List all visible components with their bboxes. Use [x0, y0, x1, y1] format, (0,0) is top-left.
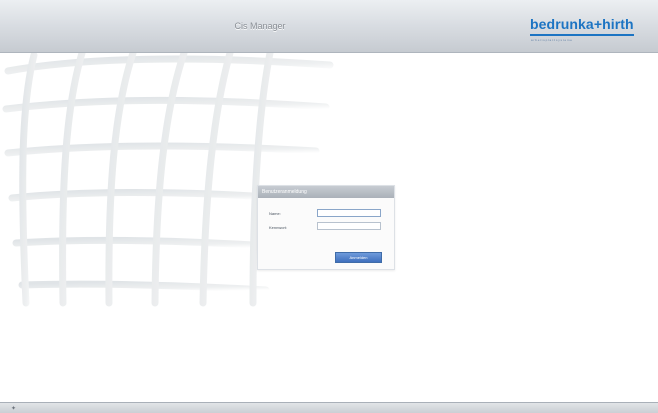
globe-background	[2, 53, 334, 307]
password-label: Kennwort:	[269, 225, 288, 230]
login-dialog: Benutzeranmeldung Name: Kennwort: Anmeld…	[257, 185, 395, 270]
main-content: Benutzeranmeldung Name: Kennwort: Anmeld…	[0, 53, 658, 402]
username-field[interactable]	[317, 209, 381, 217]
logo-icon: ✦	[11, 406, 17, 412]
brand-logo: bedrunka+hirth arbeitsplatzsysteme	[530, 15, 656, 47]
status-footer: ✦	[0, 402, 658, 413]
login-title: Benutzeranmeldung	[258, 186, 394, 198]
top-header: Cis Manager bedrunka+hirth arbeitsplatzs…	[0, 0, 658, 53]
username-label: Name:	[269, 211, 281, 216]
login-button[interactable]: Anmelden	[335, 252, 382, 263]
app-title: Cis Manager	[234, 21, 286, 31]
brand-tagline: arbeitsplatzsysteme	[531, 38, 573, 42]
app-window: Cis Manager bedrunka+hirth arbeitsplatzs…	[0, 0, 658, 413]
brand-name: bedrunka+hirth	[530, 15, 634, 36]
password-field[interactable]	[317, 222, 381, 230]
